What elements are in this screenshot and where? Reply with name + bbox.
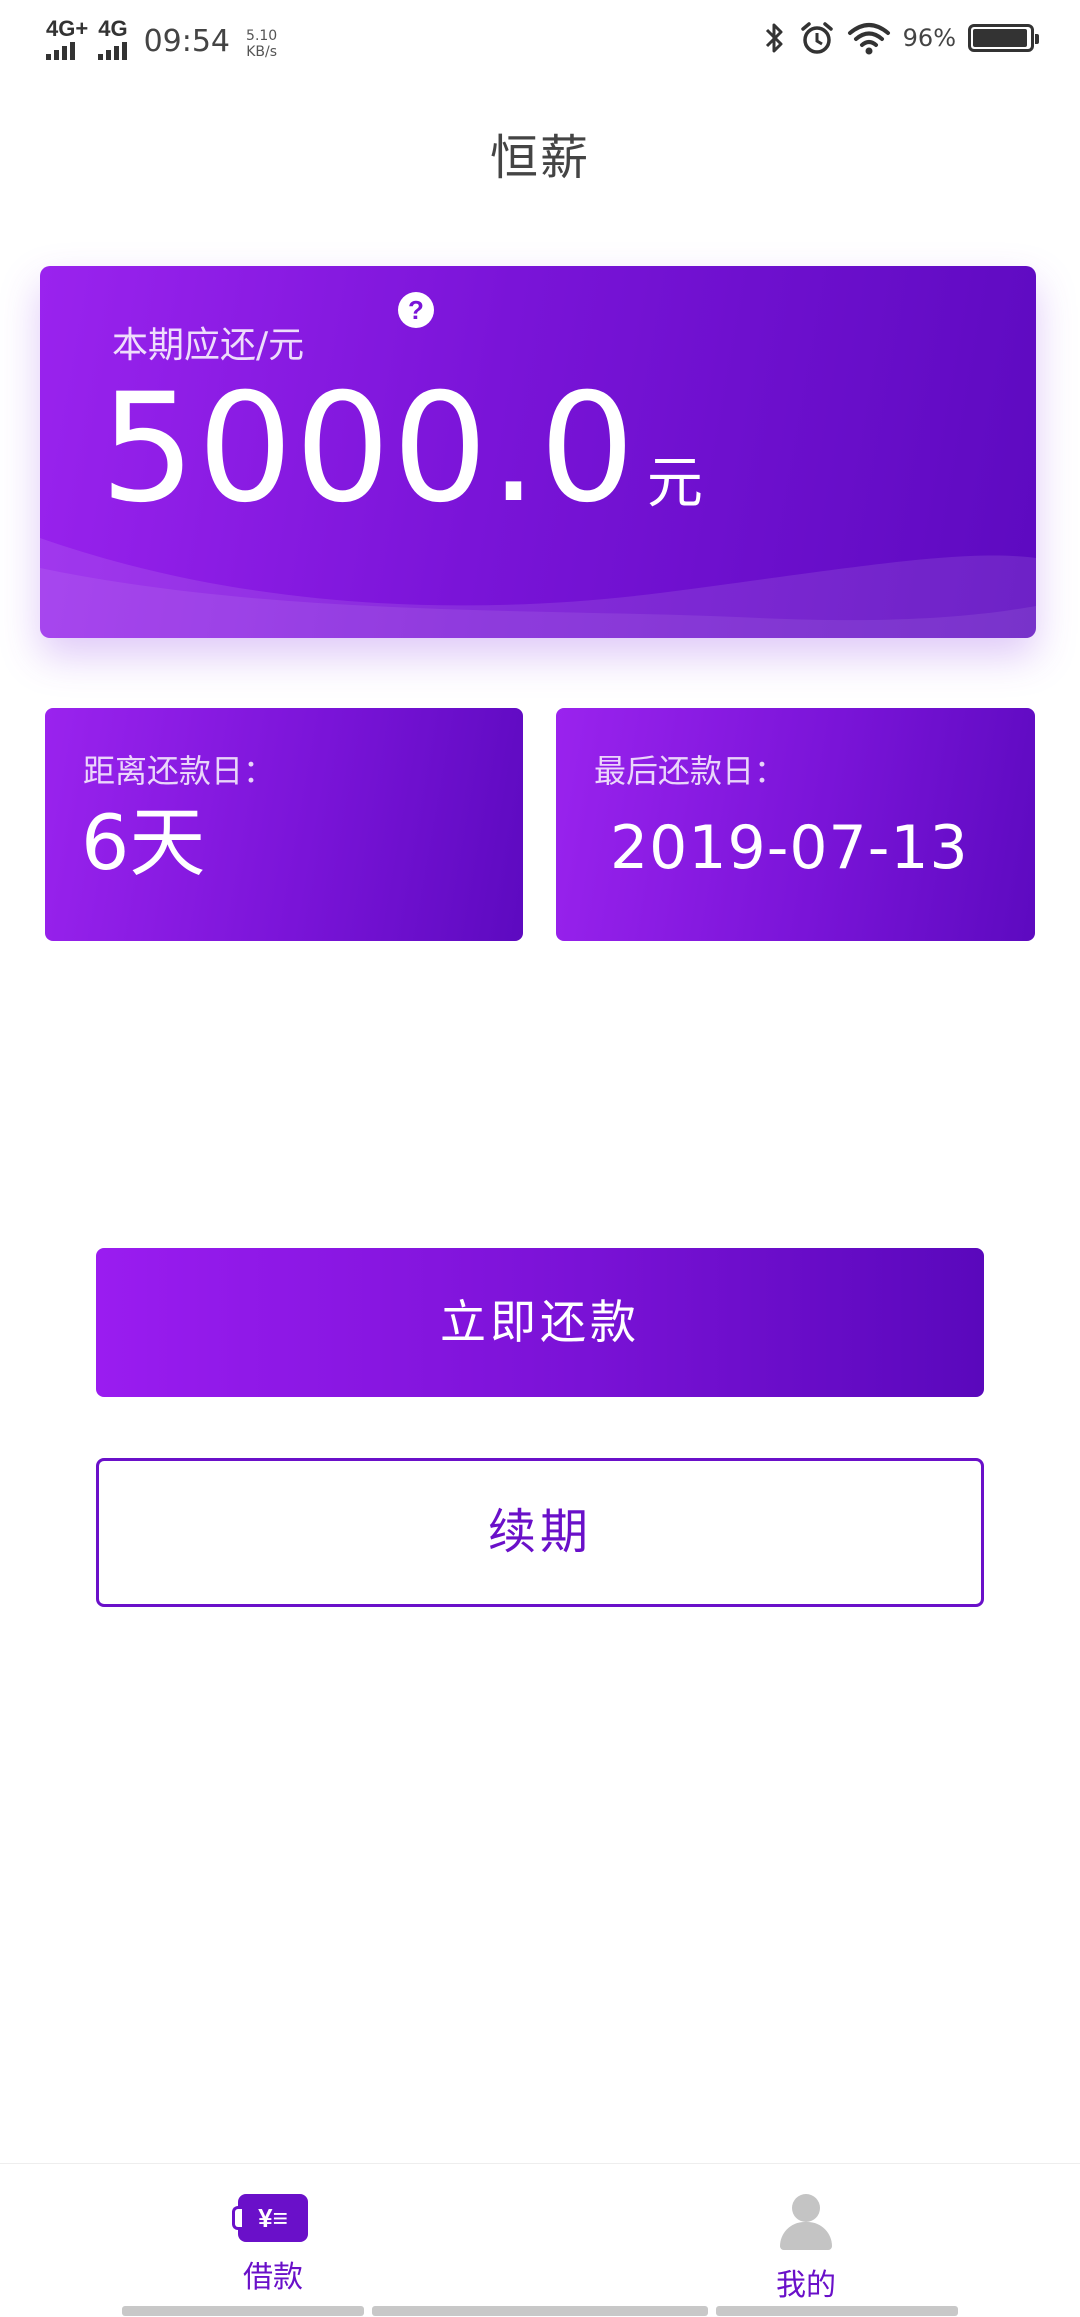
signal-indicator-2: 4G (98, 16, 128, 60)
due-date-value: 2019-07-13 (610, 813, 969, 883)
network-speed-unit: KB/s (246, 44, 278, 60)
battery-level (973, 29, 1027, 47)
repay-now-button[interactable]: 立即还款 (96, 1248, 984, 1397)
days-remaining-value: 6天 (81, 798, 206, 887)
nav-item-loan[interactable]: ¥≡ 借款 (173, 2194, 373, 2296)
repayment-amount-card: 本期应还/元 ? 5000.0 元 (40, 266, 1036, 638)
repayment-amount: 5000.0 (100, 362, 637, 536)
days-remaining-card: 距离还款日： 6天 (45, 708, 523, 941)
network-speed-value: 5.10 (246, 28, 278, 44)
repayment-amount-row: 5000.0 元 (100, 374, 703, 524)
network-speed: 5.10 KB/s (246, 28, 277, 60)
gesture-bar-left (122, 2306, 364, 2316)
signal-bars-icon (46, 42, 75, 60)
loan-icon: ¥≡ (232, 2194, 308, 2242)
gesture-bar-right (716, 2306, 958, 2316)
network-type-2: 4G (98, 16, 128, 41)
page-title: 恒薪 (489, 130, 590, 186)
days-remaining-label: 距离还款日： (83, 752, 276, 790)
status-time: 09:54 (143, 24, 231, 59)
signal-bars-icon (98, 42, 128, 60)
network-type-1: 4G+ (46, 16, 89, 41)
nav-item-mine-label: 我的 (776, 2268, 836, 2303)
status-bar-left: 4G+ 4G 09:54 5.10 KB/s (46, 18, 277, 60)
status-bar: 4G+ 4G 09:54 5.10 KB/s 96% (0, 0, 1080, 80)
alarm-clock-icon (800, 22, 833, 54)
due-date-label: 最后还款日： (594, 752, 787, 790)
due-date-card: 最后还款日： 2019-07-13 (556, 708, 1035, 941)
user-icon (778, 2194, 834, 2250)
status-bar-right: 96% (763, 20, 1039, 56)
help-icon[interactable]: ? (398, 292, 434, 328)
nav-item-mine[interactable]: 我的 (706, 2194, 906, 2304)
battery-percentage: 96% (902, 24, 956, 52)
renew-button[interactable]: 续期 (96, 1458, 984, 1607)
nav-item-loan-label: 借款 (243, 2260, 303, 2295)
signal-indicator-1: 4G+ (46, 18, 88, 60)
gesture-bar-center[interactable] (372, 2306, 708, 2316)
repayment-unit: 元 (646, 451, 703, 516)
bluetooth-icon (765, 23, 783, 53)
battery-icon (968, 24, 1039, 52)
wifi-icon (847, 23, 890, 55)
repayment-label: 本期应还/元 (112, 325, 305, 366)
bottom-nav: ¥≡ 借款 我的 (0, 2163, 1080, 2317)
